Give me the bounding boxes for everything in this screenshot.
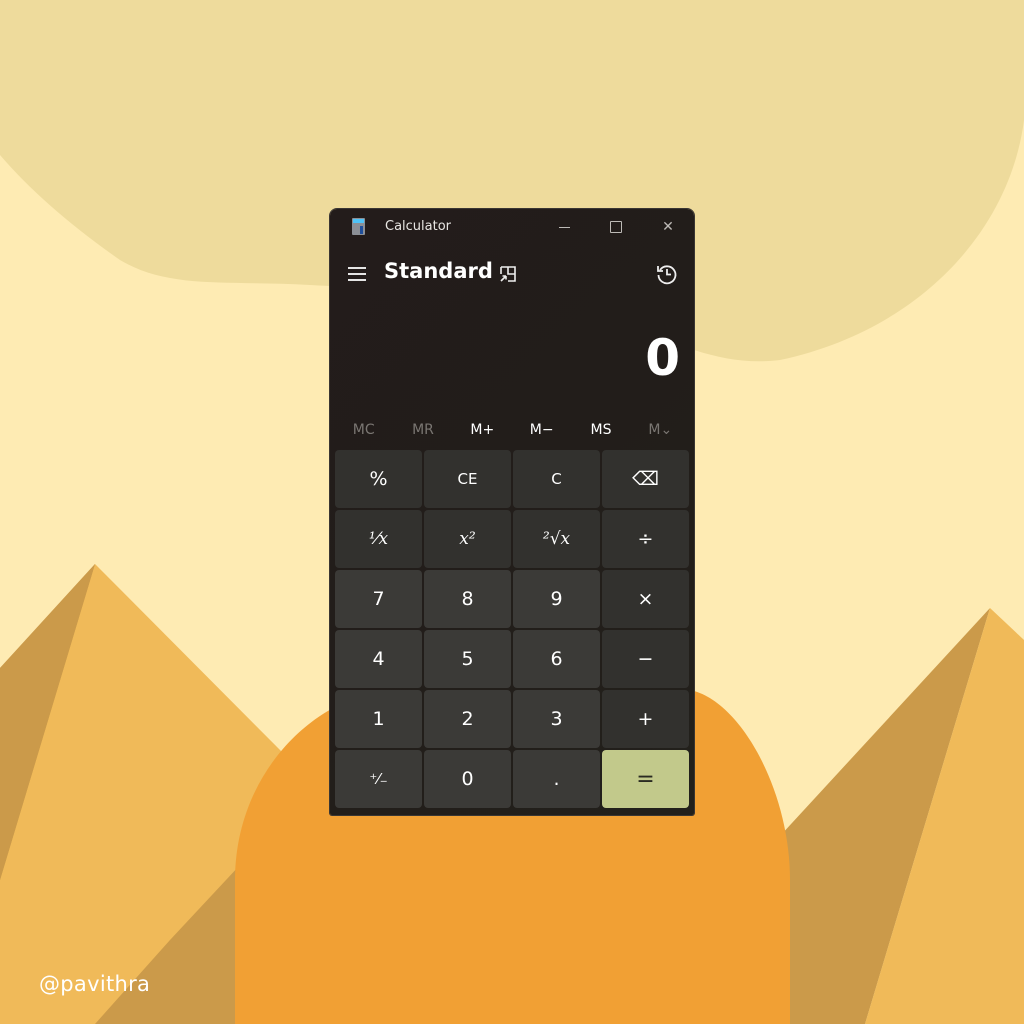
add-button[interactable]: + <box>602 690 689 748</box>
navigation-menu-button[interactable] <box>348 267 366 281</box>
digit-7-button[interactable]: 7 <box>335 570 422 628</box>
square-button[interactable]: x² <box>424 510 511 568</box>
digit-6-button[interactable]: 6 <box>513 630 600 688</box>
digit-2-button[interactable]: 2 <box>424 690 511 748</box>
digit-3-button[interactable]: 3 <box>513 690 600 748</box>
close-button[interactable]: ✕ <box>648 213 688 241</box>
digit-8-button[interactable]: 8 <box>424 570 511 628</box>
result-display: 0 <box>645 329 680 387</box>
percent-button[interactable]: % <box>335 450 422 508</box>
memory-clear-button[interactable]: MC <box>334 417 393 443</box>
memory-store-button[interactable]: MS <box>571 417 630 443</box>
minimize-icon <box>558 226 570 228</box>
keypad: % CE C ⌫ ¹⁄x x² ²√x ÷ 7 8 9 × 4 5 6− 1 2 3 + ⁺⁄₋ 0. = <box>335 450 691 808</box>
digit-0-button[interactable]: 0 <box>424 750 511 808</box>
reciprocal-button[interactable]: ¹⁄x <box>335 510 422 568</box>
hamburger-icon-line <box>348 278 366 281</box>
square-root-button[interactable]: ²√x <box>513 510 600 568</box>
calculator-window: Calculator ✕ Standard 0 MC MR M+ M− MS M… <box>330 209 694 815</box>
multiply-button[interactable]: × <box>602 570 689 628</box>
mode-title: Standard <box>384 259 493 283</box>
memory-list-button[interactable]: M⌄ <box>631 417 690 443</box>
memory-row: MC MR M+ M− MS M⌄ <box>334 417 690 443</box>
calculator-app-icon <box>352 218 365 235</box>
window-title: Calculator <box>385 219 452 234</box>
maximize-icon <box>610 221 622 233</box>
title-bar[interactable]: Calculator ✕ <box>330 209 694 245</box>
digit-5-button[interactable]: 5 <box>424 630 511 688</box>
watermark: @pavithra <box>39 972 151 996</box>
clear-button[interactable]: C <box>513 450 600 508</box>
backspace-button[interactable]: ⌫ <box>602 450 689 508</box>
memory-add-button[interactable]: M+ <box>453 417 512 443</box>
digit-1-button[interactable]: 1 <box>335 690 422 748</box>
negate-button[interactable]: ⁺⁄₋ <box>335 750 422 808</box>
equals-button[interactable]: = <box>602 750 689 808</box>
clear-entry-button[interactable]: CE <box>424 450 511 508</box>
digit-4-button[interactable]: 4 <box>335 630 422 688</box>
memory-recall-button[interactable]: MR <box>393 417 452 443</box>
minimize-button[interactable] <box>544 213 584 241</box>
divide-button[interactable]: ÷ <box>602 510 689 568</box>
decimal-button[interactable]: . <box>513 750 600 808</box>
hamburger-icon-line <box>348 272 366 275</box>
memory-subtract-button[interactable]: M− <box>512 417 571 443</box>
keep-on-top-icon[interactable] <box>498 264 518 284</box>
close-icon: ✕ <box>662 219 674 235</box>
history-icon[interactable] <box>655 262 679 286</box>
maximize-button[interactable] <box>596 213 636 241</box>
subtract-button[interactable]: − <box>602 630 689 688</box>
calculator-header: Standard <box>330 253 694 293</box>
digit-9-button[interactable]: 9 <box>513 570 600 628</box>
hamburger-icon-line <box>348 267 366 269</box>
